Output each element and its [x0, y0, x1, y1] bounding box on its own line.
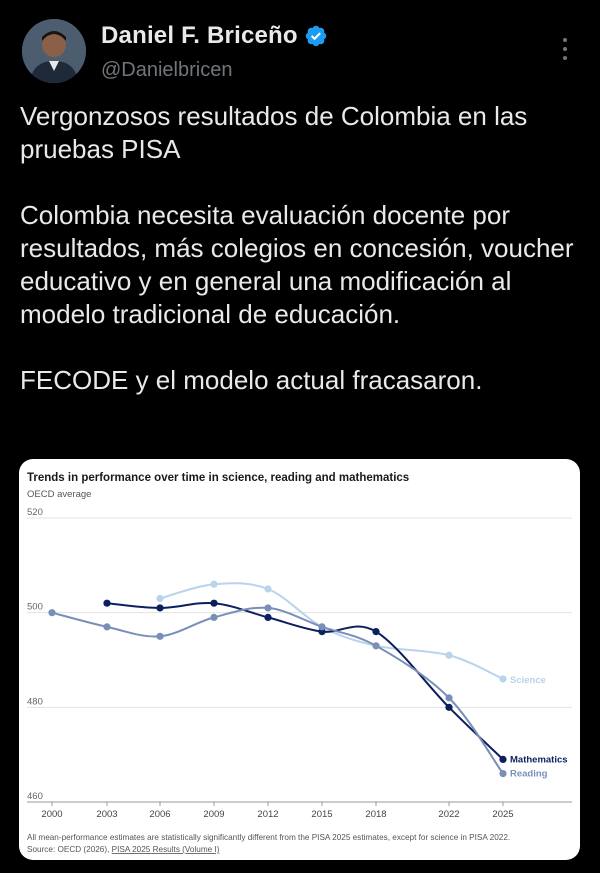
reading-data-point [48, 609, 56, 617]
reading-data-point [156, 632, 164, 640]
mathematics-data-point [445, 703, 453, 711]
x-tick-label: 2022 [438, 809, 459, 820]
author-handle[interactable]: @Danielbricen [101, 59, 232, 82]
x-tick-label: 2012 [257, 809, 278, 820]
x-tick-label: 2000 [41, 809, 62, 820]
mathematics-data-point [156, 604, 164, 612]
mathematics-data-point [372, 628, 380, 636]
chart-image-card[interactable]: Trends in performance over time in scien… [19, 459, 580, 860]
source-link: PISA 2025 Results (Volume I) [112, 845, 220, 854]
avatar[interactable] [22, 19, 86, 83]
x-tick-label: 2009 [203, 809, 224, 820]
science-series-label: Science [510, 675, 546, 686]
author-name[interactable]: Daniel F. Briceño [101, 22, 298, 50]
reading-data-point [372, 642, 380, 650]
tweet-paragraph: Colombia necesita evaluación docente por… [20, 200, 574, 329]
y-tick-label: 460 [27, 791, 43, 802]
science-data-point [445, 651, 453, 659]
reading-data-point [210, 613, 218, 621]
reading-data-point [103, 623, 111, 631]
tweet-paragraph: Vergonzosos resultados de Colombia en la… [20, 101, 528, 164]
x-tick-label: 2003 [96, 809, 117, 820]
pisa-trend-chart: Trends in performance over time in scien… [27, 472, 572, 854]
x-tick-label: 2025 [492, 809, 513, 820]
x-tick-label: 2018 [365, 809, 386, 820]
science-data-point [210, 580, 218, 588]
chart-subtitle: OECD average [27, 489, 91, 500]
science-data-point [156, 594, 164, 603]
verified-badge-icon [305, 25, 327, 47]
reading-data-point [264, 604, 272, 612]
avatar-image [22, 19, 86, 83]
chart-footnote: All mean-performance estimates are stati… [27, 833, 510, 842]
mathematics-series-label: Mathematics [510, 754, 568, 765]
x-tick-label: 2015 [311, 809, 332, 820]
mathematics-data-point [499, 755, 507, 763]
reading-series-line [51, 606, 504, 775]
y-tick-label: 500 [27, 602, 43, 613]
tweet-paragraph: FECODE y el modelo actual fracasaron. [20, 365, 483, 395]
mathematics-data-point [103, 599, 111, 607]
y-tick-label: 520 [27, 507, 43, 518]
more-options-icon[interactable] [557, 38, 573, 66]
reading-data-point [499, 770, 507, 778]
reading-series-label: Reading [510, 769, 548, 780]
reading-data-point [445, 694, 453, 702]
mathematics-data-point [210, 599, 218, 607]
chart-title: Trends in performance over time in scien… [27, 472, 409, 484]
science-data-point [264, 585, 272, 593]
mathematics-series-line [106, 601, 504, 761]
y-tick-label: 480 [27, 696, 43, 707]
x-tick-label: 2006 [149, 809, 170, 820]
reading-data-point [318, 623, 326, 631]
science-data-point [499, 675, 507, 683]
chart-source: Source: OECD (2026), PISA 2025 Results (… [27, 845, 220, 854]
tweet-text: Vergonzosos resultados de Colombia en la… [20, 100, 585, 397]
mathematics-data-point [264, 613, 272, 621]
